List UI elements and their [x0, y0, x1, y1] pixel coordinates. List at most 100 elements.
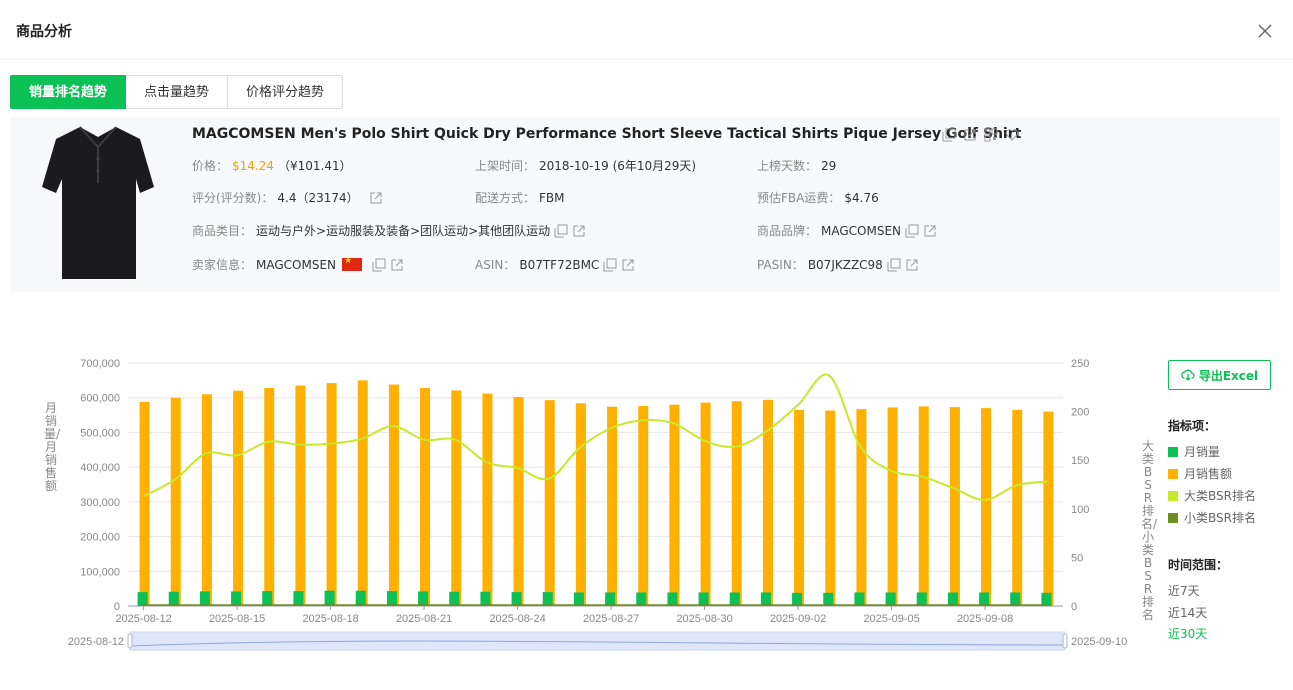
close-icon[interactable] [1256, 22, 1274, 40]
legend-monthly-sales[interactable]: 月销量 [1168, 443, 1220, 460]
sales-bar [168, 591, 179, 606]
zoom-start-label: 2025-08-12 [68, 636, 124, 648]
legend-monthly-revenue[interactable]: 月销售额 [1168, 465, 1232, 482]
sales-bar [573, 592, 584, 606]
y-tick-right: 50 [1071, 552, 1083, 564]
legend-main-bsr[interactable]: 大类BSR排名 [1168, 487, 1256, 504]
sales-bar [667, 592, 678, 606]
sales-bar [449, 591, 460, 606]
brand-value[interactable]: MAGCOMSEN [821, 224, 901, 238]
range-30-days[interactable]: 近30天 [1168, 625, 1207, 642]
x-tick-label: 2025-08-15 [209, 613, 265, 625]
sales-bar [1010, 592, 1021, 606]
revenue-bar [1012, 409, 1023, 606]
tab-bar: 销量排名趋势 点击量趋势 价格评分趋势 [10, 75, 344, 109]
sales-bar [137, 592, 148, 606]
sales-bar [916, 592, 927, 606]
copy-icon[interactable] [905, 224, 919, 238]
range-title: 时间范围： [1168, 558, 1229, 572]
legend-label: 大类BSR排名 [1184, 489, 1256, 503]
category-label: 商品类目： [192, 224, 253, 238]
external-link-icon[interactable] [905, 258, 919, 272]
revenue-bar [482, 393, 493, 606]
revenue-bar [388, 384, 399, 606]
external-link-icon[interactable] [390, 258, 404, 272]
fba-row: 预估FBA运费： $4.76 [757, 189, 879, 206]
copy-icon[interactable] [372, 258, 386, 272]
legend-label: 月销售额 [1184, 467, 1233, 481]
legend-sub-bsr[interactable]: 小类BSR排名 [1168, 509, 1256, 526]
sales-bar [511, 592, 522, 606]
x-tick-label: 2025-08-12 [115, 613, 171, 625]
sales-bar [231, 591, 242, 606]
sales-bar [636, 592, 647, 606]
y-tick-left: 0 [114, 601, 120, 613]
external-link-icon[interactable] [963, 128, 977, 142]
sales-bar [199, 591, 210, 606]
external-link-icon[interactable] [572, 224, 586, 238]
brand-row: 商品品牌： MAGCOMSEN [757, 222, 937, 239]
revenue-bar [233, 390, 244, 606]
sales-bar [1041, 592, 1052, 606]
external-link-icon[interactable] [621, 258, 635, 272]
range-7-days[interactable]: 近7天 [1168, 582, 1200, 599]
zoom-handle-right[interactable] [1062, 633, 1068, 649]
revenue-bar [451, 390, 462, 606]
copy-icon[interactable] [603, 258, 617, 272]
pasin-label: PASIN： [757, 258, 804, 272]
y-tick-left: 400,000 [80, 462, 120, 474]
zoom-slider-track[interactable] [129, 631, 1066, 651]
external-link-icon[interactable] [369, 191, 383, 205]
asin-label: ASIN： [475, 258, 516, 272]
listed-label: 上架时间： [475, 159, 536, 173]
sales-bsr-chart[interactable]: 0 100,000 200,000 300,000 400,000 500,000 600,… [0, 330, 1150, 670]
dialog-title: 商品分析 [16, 24, 72, 40]
copy-icon[interactable] [887, 258, 901, 272]
sales-bar [605, 592, 616, 606]
days-value: 29 [821, 158, 837, 173]
product-image[interactable] [42, 123, 154, 283]
tab-sales-rank-trend[interactable]: 销量排名趋势 [10, 75, 127, 109]
qr-code-icon[interactable] [984, 128, 998, 142]
revenue-bar [326, 383, 337, 606]
y-tick-left: 700,000 [80, 358, 120, 370]
y-axis-right-label: 大类BSR排名/小类BSR排名 [1141, 439, 1158, 622]
heart-icon[interactable] [1005, 128, 1019, 142]
main-bsr-line [143, 373, 1048, 502]
sales-bar [854, 592, 865, 606]
pasin-value[interactable]: B07JKZZC98 [808, 258, 883, 272]
copy-icon[interactable] [554, 224, 568, 238]
rating-value: 4.4（23174） [277, 191, 359, 205]
tab-price-rating-trend[interactable]: 价格评分趋势 [228, 75, 344, 109]
x-tick-label: 2025-09-08 [957, 613, 1013, 625]
x-tick-label: 2025-08-18 [302, 613, 358, 625]
revenue-bar [949, 407, 960, 606]
revenue-bar [918, 406, 929, 606]
price-cny: （¥101.41） [278, 159, 352, 173]
external-link-icon[interactable] [923, 224, 937, 238]
category-value[interactable]: 运动与户外>运动服装及装备>团队运动>其他团队运动 [256, 222, 550, 239]
revenue-bar [700, 402, 711, 606]
copy-icon[interactable] [942, 128, 956, 142]
range-14-days[interactable]: 近14天 [1168, 604, 1207, 621]
y-tick-left: 300,000 [80, 497, 120, 509]
asin-value[interactable]: B07TF72BMC [519, 258, 599, 272]
revenue-bar [420, 387, 431, 606]
y-tick-left: 200,000 [80, 532, 120, 544]
china-flag-icon [342, 256, 363, 271]
revenue-bar [887, 407, 898, 606]
sales-bar [979, 592, 990, 606]
dialog-header: 商品分析 [0, 0, 1293, 60]
seller-value[interactable]: MAGCOMSEN [256, 258, 336, 272]
legend-label: 月销量 [1184, 445, 1221, 459]
export-excel-label: 导出Excel [1198, 368, 1259, 383]
product-title[interactable]: MAGCOMSEN Men's Polo Shirt Quick Dry Per… [192, 126, 1021, 142]
asin-row: ASIN： B07TF72BMC [475, 256, 635, 273]
export-excel-button[interactable]: 导出Excel [1168, 360, 1271, 390]
rating-row: 评分(评分数)： 4.4（23174） [192, 189, 383, 206]
tab-clicks-trend[interactable]: 点击量趋势 [126, 75, 229, 109]
zoom-handle-left[interactable] [127, 633, 133, 649]
x-tick-label: 2025-09-05 [863, 613, 919, 625]
brand-label: 商品品牌： [757, 224, 818, 238]
legend-swatch [1168, 490, 1178, 501]
